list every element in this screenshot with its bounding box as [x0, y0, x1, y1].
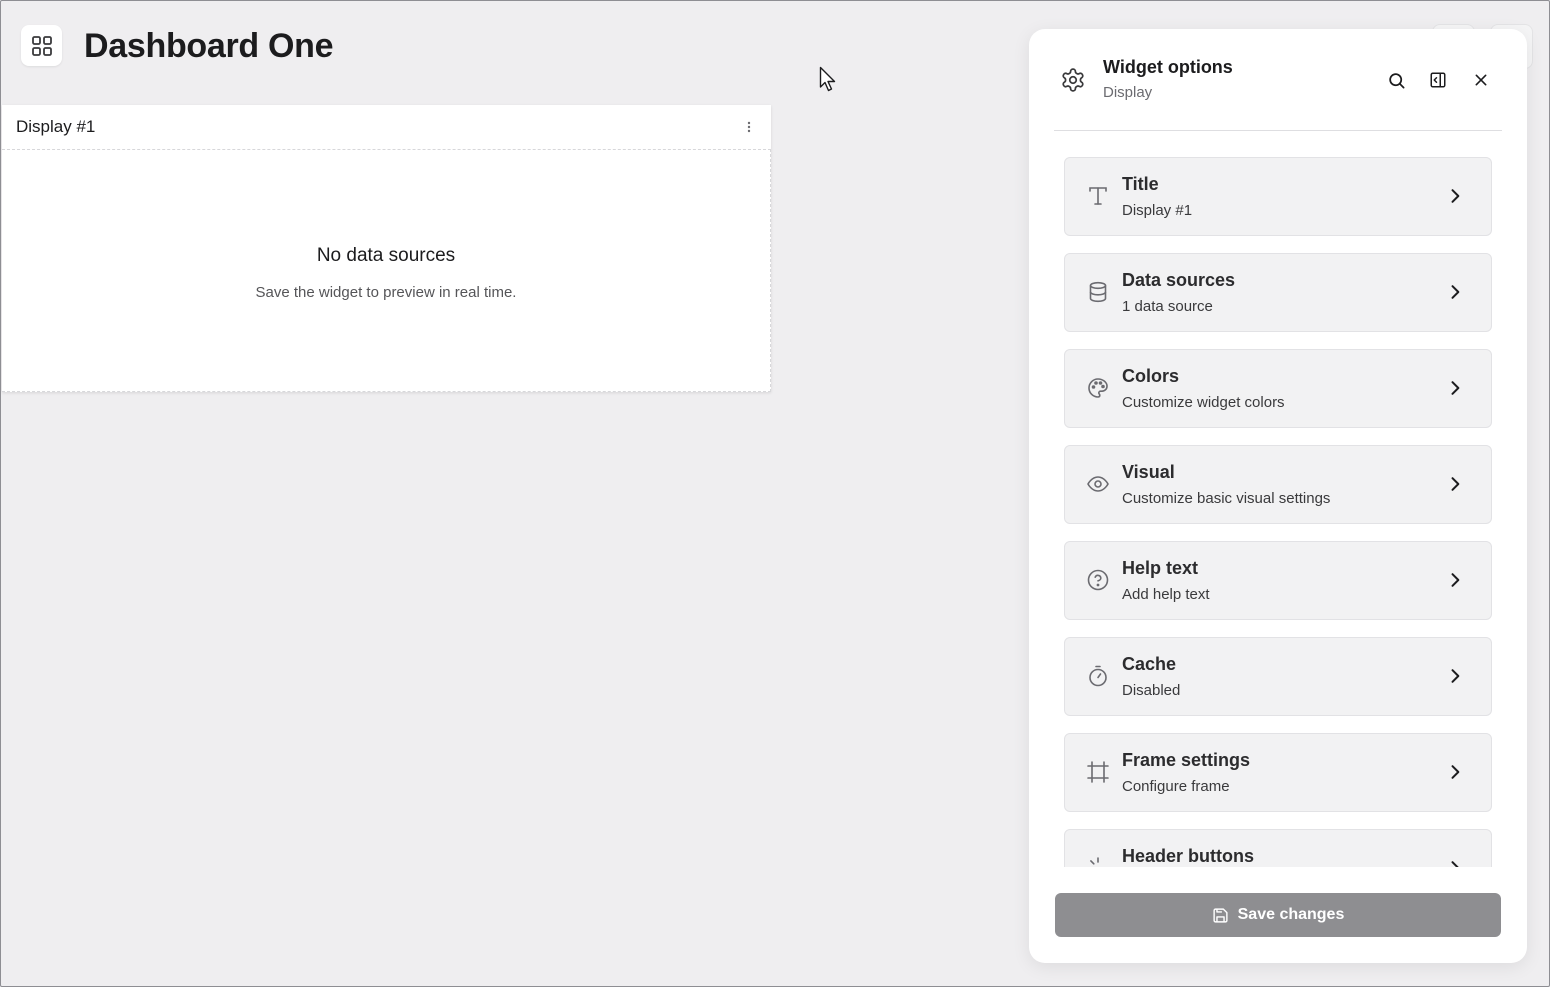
widget-body: No data sources Save the widget to previ…: [2, 149, 771, 392]
option-header-buttons[interactable]: Header buttons: [1064, 829, 1492, 867]
option-help-text[interactable]: Help text Add help text: [1064, 541, 1492, 620]
panel-subtitle: Display: [1103, 84, 1153, 101]
option-title[interactable]: Title Display #1: [1064, 157, 1492, 236]
empty-state-title: No data sources: [316, 245, 456, 266]
close-icon: [1473, 72, 1489, 88]
text-icon: [1086, 184, 1110, 208]
option-label: Header buttons: [1122, 846, 1255, 866]
widget-header: Display #1: [2, 105, 771, 149]
option-description: Add help text: [1122, 586, 1210, 603]
option-description: Configure frame: [1122, 778, 1230, 795]
empty-state-subtitle: Save the widget to preview in real time.: [255, 284, 517, 301]
palette-icon: [1086, 376, 1110, 400]
help-circle-icon: [1086, 568, 1110, 592]
option-cache[interactable]: Cache Disabled: [1064, 637, 1492, 716]
widget-options-panel: Widget options Display Title Display #1 …: [1029, 29, 1527, 963]
chevron-right-icon: [1445, 186, 1465, 206]
option-colors[interactable]: Colors Customize widget colors: [1064, 349, 1492, 428]
widget-menu-button[interactable]: [741, 118, 757, 136]
option-data-sources[interactable]: Data sources 1 data source: [1064, 253, 1492, 332]
panel-collapse-button[interactable]: [1427, 69, 1449, 91]
save-changes-label: Save changes: [1237, 906, 1345, 923]
option-description: Customize widget colors: [1122, 394, 1285, 411]
option-label: Help text: [1122, 558, 1199, 578]
display-widget[interactable]: Display #1 No data sources Save the widg…: [2, 105, 771, 392]
grid-icon: [30, 34, 54, 58]
save-changes-button[interactable]: Save changes: [1055, 893, 1501, 937]
option-description: Disabled: [1122, 682, 1181, 699]
more-vertical-icon: [747, 121, 751, 133]
option-description: Customize basic visual settings: [1122, 490, 1331, 507]
option-label: Visual: [1122, 462, 1175, 482]
collapse-panel-icon: [1429, 71, 1447, 89]
chevron-right-icon: [1445, 666, 1465, 686]
chevron-right-icon: [1445, 282, 1465, 302]
option-visual[interactable]: Visual Customize basic visual settings: [1064, 445, 1492, 524]
app-window: Dashboard One Display #1 No data sources…: [0, 0, 1550, 987]
panel-close-button[interactable]: [1470, 69, 1492, 91]
search-icon: [1387, 71, 1406, 90]
eye-icon: [1086, 472, 1110, 496]
chevron-right-icon: [1445, 858, 1465, 867]
timer-icon: [1086, 664, 1110, 688]
frame-icon: [1086, 760, 1110, 784]
chevron-right-icon: [1445, 762, 1465, 782]
mouse-cursor-icon: [819, 66, 837, 92]
option-description: Display #1: [1122, 202, 1193, 219]
option-label: Colors: [1122, 366, 1180, 386]
option-frame-settings[interactable]: Frame settings Configure frame: [1064, 733, 1492, 812]
chevron-right-icon: [1445, 378, 1465, 398]
option-label: Cache: [1122, 654, 1177, 674]
panel-search-button[interactable]: [1385, 69, 1407, 91]
chevron-right-icon: [1445, 570, 1465, 590]
panel-header: Widget options Display: [1054, 29, 1502, 131]
option-description: 1 data source: [1122, 298, 1213, 315]
panel-title: Widget options: [1103, 57, 1233, 77]
page-title: Dashboard One: [84, 27, 334, 65]
save-icon: [1212, 907, 1229, 924]
database-icon: [1086, 280, 1110, 304]
option-label: Data sources: [1122, 270, 1236, 290]
gear-icon: [1060, 67, 1086, 93]
widget-title: Display #1: [16, 117, 96, 136]
chevron-right-icon: [1445, 474, 1465, 494]
options-list: Title Display #1 Data sources 1 data sou…: [1064, 157, 1492, 867]
apps-grid-button[interactable]: [21, 25, 62, 66]
option-label: Frame settings: [1122, 750, 1251, 770]
option-label: Title: [1122, 174, 1159, 194]
loader-icon: [1086, 856, 1110, 867]
